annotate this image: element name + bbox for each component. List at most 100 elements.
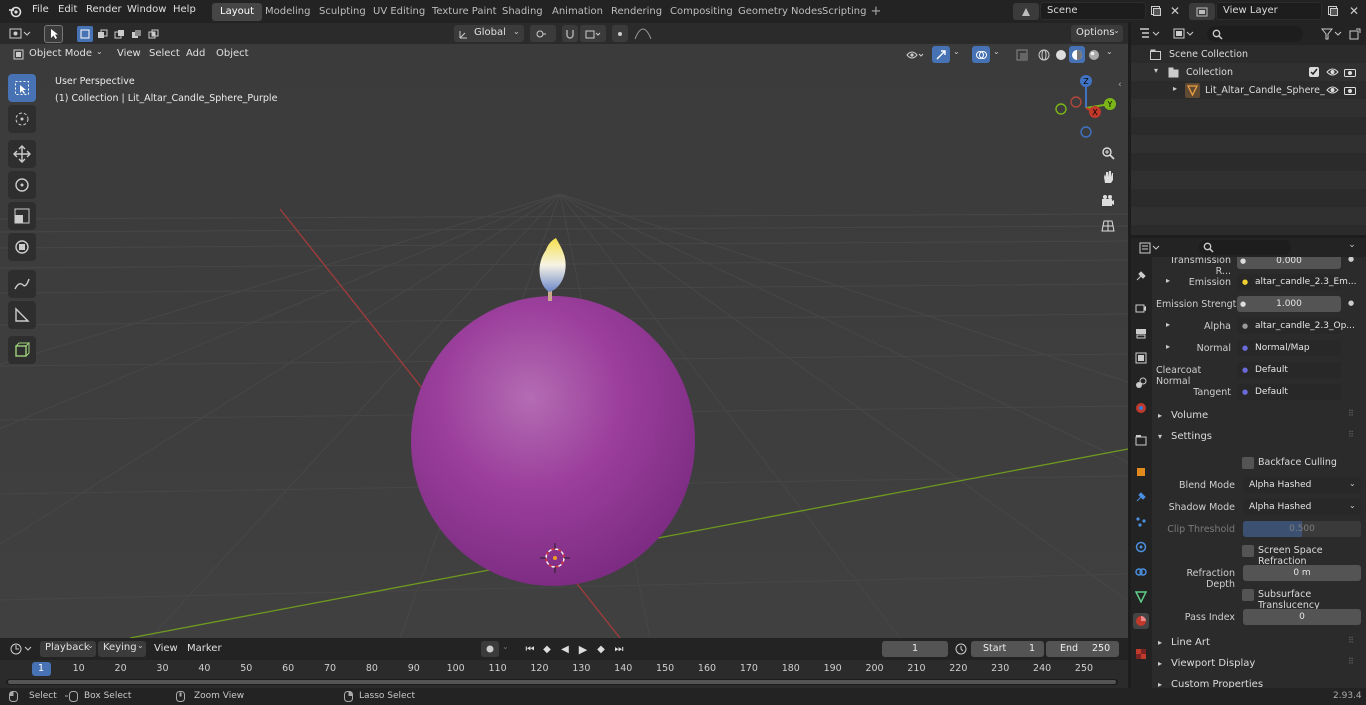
keyframe-dot-icon[interactable]: ● <box>1348 257 1354 263</box>
settings-panel-header[interactable]: ▾ Settings ⠿ <box>1152 428 1366 448</box>
jump-start-icon[interactable]: ⏮ <box>522 641 538 657</box>
navigation-gizmo[interactable]: Z Y X <box>1050 72 1122 144</box>
select-box-tool[interactable] <box>8 74 36 102</box>
add-cube-tool[interactable] <box>8 336 36 364</box>
outliner-row-scene-collection[interactable]: Scene Collection <box>1131 45 1366 63</box>
outliner-row-collection[interactable]: ▾ Collection <box>1131 63 1366 81</box>
render-tab-icon[interactable] <box>1133 300 1149 316</box>
snap-toggle-icon[interactable] <box>562 25 578 42</box>
select-tool-icon[interactable] <box>44 25 63 43</box>
preview-range-icon[interactable] <box>953 641 969 657</box>
texture-tab-icon[interactable] <box>1133 646 1149 662</box>
auto-key-icon[interactable] <box>481 641 499 657</box>
current-frame-field[interactable]: 1 <box>882 641 948 657</box>
timeline-editor-type-icon[interactable] <box>7 641 35 657</box>
play-icon[interactable]: ▶ <box>575 641 591 657</box>
xray-toggle-icon[interactable] <box>1013 46 1031 63</box>
candle-sphere[interactable] <box>411 296 695 586</box>
line-art-panel-header[interactable]: ▸ Line Art ⠿ <box>1152 634 1366 654</box>
editor-type-icon[interactable] <box>6 25 34 42</box>
collection-checkbox-icon[interactable] <box>1309 67 1319 77</box>
transform-tool[interactable] <box>8 233 36 261</box>
jump-end-icon[interactable]: ⏭ <box>611 641 627 657</box>
properties-search-input[interactable] <box>1199 240 1291 255</box>
add-workspace-icon[interactable]: + <box>870 4 882 19</box>
pan-hand-icon[interactable] <box>1097 166 1119 188</box>
perspective-toggle-icon[interactable] <box>1097 215 1119 237</box>
falloff-icon[interactable] <box>630 25 656 42</box>
keying-dropdown[interactable]: Keying ⌄ <box>98 641 146 657</box>
properties-options-chevron-icon[interactable]: ⌄ <box>1343 240 1361 255</box>
mode-intersect-icon[interactable] <box>145 26 161 42</box>
view-layer-tab-icon[interactable] <box>1133 350 1149 366</box>
drag-handle-icon[interactable]: ⠿ <box>1348 636 1354 645</box>
normal-field[interactable]: ● Normal/Map <box>1237 340 1341 356</box>
playback-dropdown[interactable]: Playback ⌄ <box>40 641 96 657</box>
tangent-field[interactable]: ● Default <box>1237 384 1341 400</box>
shading-solid-icon[interactable] <box>1053 46 1069 63</box>
keyframe-dot-icon[interactable]: ● <box>1348 299 1354 307</box>
timeline-menu-marker[interactable]: Marker <box>187 643 222 654</box>
next-keyframe-icon[interactable]: ◆ <box>593 641 609 657</box>
proportional-edit-icon[interactable] <box>612 25 628 42</box>
shadow-mode-dropdown[interactable]: Alpha Hashed ⌄ <box>1243 499 1361 515</box>
options-dropdown[interactable]: Options ⌄ <box>1071 25 1123 42</box>
blender-logo-icon[interactable] <box>8 4 22 18</box>
gizmo-chevron-down-icon[interactable]: ⌄ <box>953 47 960 56</box>
new-view-layer-icon[interactable] <box>1325 3 1341 19</box>
viewport-display-panel-header[interactable]: ▸ Viewport Display ⠿ <box>1152 655 1366 675</box>
menu-window[interactable]: Window <box>127 4 166 15</box>
close-scene-icon[interactable]: ✕ <box>1167 3 1183 19</box>
overlays-chevron-down-icon[interactable]: ⌄ <box>993 47 1000 56</box>
subsurface-translucency-checkbox[interactable] <box>1242 589 1254 601</box>
tab-animation[interactable]: Animation <box>544 3 611 21</box>
properties-editor-type-icon[interactable] <box>1137 240 1163 256</box>
pass-index-field[interactable]: 0 <box>1243 609 1361 625</box>
alpha-field[interactable]: ● altar_candle_2.3_Op... <box>1237 318 1355 334</box>
transmission-roughness-field[interactable]: ● 0.000 <box>1237 257 1341 269</box>
new-collection-icon[interactable] <box>1347 26 1363 42</box>
tool-tab-icon[interactable] <box>1133 268 1149 284</box>
volume-panel-header[interactable]: ▸ Volume ⠿ <box>1152 407 1366 427</box>
transform-orientation-dropdown[interactable]: Global ⌄ <box>454 25 524 42</box>
pivot-point-icon[interactable] <box>530 25 556 42</box>
object-mode-dropdown[interactable]: Object Mode ⌄ <box>8 46 106 63</box>
object-camera-icon[interactable] <box>1343 84 1357 96</box>
menu-file[interactable]: File <box>32 4 49 15</box>
camera-view-icon[interactable] <box>1097 190 1119 212</box>
scene-name-field[interactable]: Scene <box>1040 2 1146 20</box>
display-mode-icon[interactable] <box>1171 26 1197 42</box>
collection-tab-icon[interactable] <box>1133 432 1149 448</box>
outliner-row-object[interactable]: ▸ Lit_Altar_Candle_Sphere_ <box>1131 81 1366 99</box>
zoom-icon[interactable] <box>1097 142 1119 164</box>
object-tab-icon[interactable] <box>1133 464 1149 480</box>
mode-invert-icon[interactable] <box>128 26 144 42</box>
expand-collection-icon[interactable]: ▾ <box>1154 66 1158 75</box>
rotate-tool[interactable] <box>8 171 36 199</box>
filter-icon[interactable] <box>1319 26 1345 42</box>
timeline-scrollbar[interactable] <box>6 679 1118 685</box>
end-frame-field[interactable]: End 250 <box>1046 641 1119 657</box>
tab-shading[interactable]: Shading <box>494 3 551 21</box>
timeline-ruler[interactable]: 1 10 20 30 40 50 60 70 80 90 100 110 120 130 140 150 160… <box>0 660 1128 688</box>
outliner-search-input[interactable] <box>1207 26 1303 42</box>
clearcoat-normal-field[interactable]: ● Default <box>1237 362 1341 378</box>
tab-uv-editing[interactable]: UV Editing <box>365 3 433 21</box>
menu-add[interactable]: Add <box>186 48 205 59</box>
play-reverse-icon[interactable]: ◀ <box>557 641 573 657</box>
scene-tab-icon[interactable] <box>1133 375 1149 391</box>
cursor-tool[interactable] <box>8 105 36 133</box>
screen-space-refraction-checkbox[interactable] <box>1242 545 1254 557</box>
view-layer-selector-icon[interactable] <box>1189 3 1215 20</box>
scrollbar-thumb[interactable] <box>8 680 1116 684</box>
menu-view[interactable]: View <box>117 48 141 59</box>
emission-field[interactable]: ● altar_candle_2.3_Em... <box>1237 274 1357 290</box>
shading-rendered-icon[interactable] <box>1086 46 1102 63</box>
custom-properties-panel-header[interactable]: ▸ Custom Properties <box>1152 676 1366 688</box>
menu-select[interactable]: Select <box>149 48 180 59</box>
drag-handle-icon[interactable]: ⠿ <box>1348 409 1354 418</box>
refraction-depth-field[interactable]: 0 m <box>1243 565 1361 581</box>
collection-eye-icon[interactable] <box>1325 66 1339 78</box>
output-tab-icon[interactable] <box>1133 325 1149 341</box>
tab-layout[interactable]: Layout <box>212 3 262 21</box>
